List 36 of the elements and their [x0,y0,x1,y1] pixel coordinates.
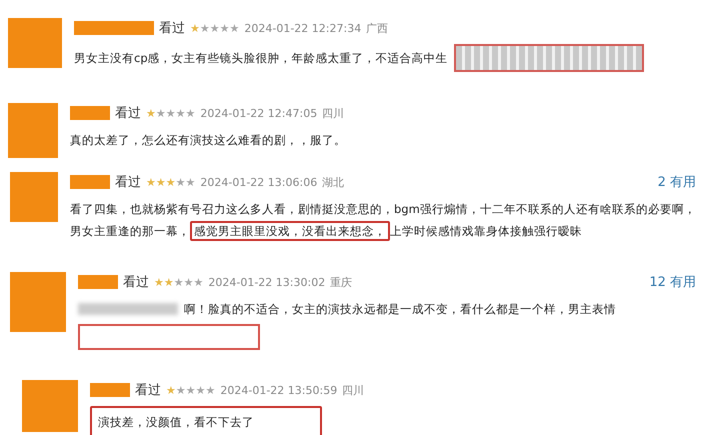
watch-status: 看过 [159,20,185,37]
name-redaction [90,383,130,397]
star-rating: ★★★★★ [146,106,196,120]
useful-count[interactable]: 2 有用 [658,173,696,191]
review-text: 真的太差了，怎么还有演技这么难看的剧，，服了。 [70,132,346,149]
watch-status: 看过 [115,105,141,122]
star-rating: ★★★★★ [166,383,216,397]
star-rating: ★★★★★ [154,275,204,289]
watch-status: 看过 [135,382,161,399]
name-redaction [70,175,110,189]
star-rating: ★★★★★ [190,21,240,35]
review-location: 广西 [366,20,388,36]
review-time: 2024-01-22 12:27:34 [244,22,362,34]
review-location: 重庆 [330,274,352,290]
avatar [10,172,58,222]
avatar [10,272,66,332]
review-text: 看了四集，也就杨紫有号召力这么多人看，剧情挺没意思的，bgm强行煽情，十二年不联系的人还有啥联系的必要啊，男女主重逢的那一幕， 感觉男主眼里没戏，没看出来想念， 上学时候感情戏靠身体接触强行暧昧 [70,198,696,242]
review-time: 2024-01-22 13:30:02 [208,276,326,288]
review-text: 啊！脸真的不适合，女主的演技永远都是一成不变，看什么都是一个样，男主表情 [184,301,616,318]
review-location: 湖北 [322,174,344,190]
star-rating: ★★★★★ [146,175,196,189]
watch-status: 看过 [123,274,149,291]
review-time: 2024-01-22 13:06:06 [200,176,318,188]
review-time: 2024-01-22 13:50:59 [220,384,338,396]
watch-status: 看过 [115,174,141,191]
review-location: 四川 [322,106,344,120]
name-redaction [70,106,110,120]
review-time: 2024-01-22 12:47:05 [200,106,318,120]
avatar [22,380,78,432]
review-text: 演技差，没颜值，看不下去了 [90,406,322,435]
name-redaction [78,275,118,289]
review-location: 四川 [342,382,364,398]
avatar [8,103,58,158]
avatar [8,18,62,68]
useful-count[interactable]: 12 有用 [649,273,696,291]
review-text: 男女主没有cp感，女主有些镜头脸很肿，年龄感太重了，不适合高中生 [74,50,448,67]
